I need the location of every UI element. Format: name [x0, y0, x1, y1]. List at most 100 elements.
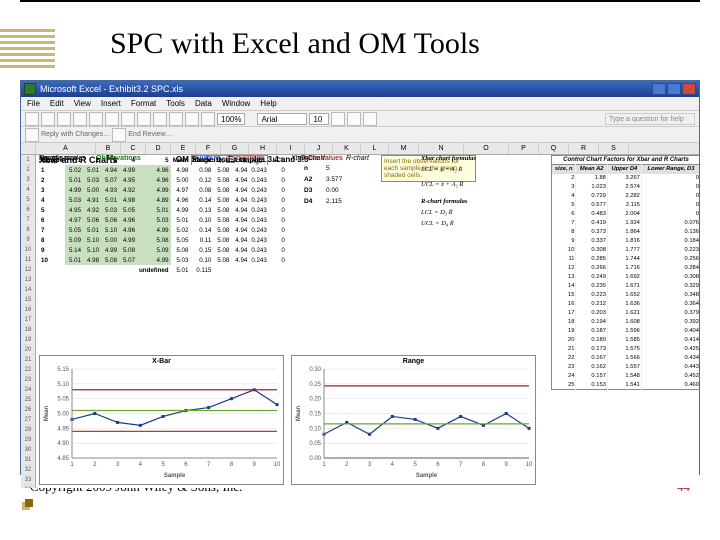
menu-help[interactable]: Help — [260, 99, 276, 108]
row-header[interactable]: 1 — [21, 155, 35, 165]
save-icon[interactable] — [57, 112, 71, 126]
col-header[interactable]: F — [196, 143, 221, 154]
print-icon[interactable] — [73, 112, 87, 126]
svg-text:3: 3 — [116, 462, 120, 468]
copy-icon[interactable] — [121, 112, 135, 126]
close-button[interactable] — [682, 83, 696, 95]
col-header[interactable]: R — [569, 143, 599, 154]
titlebar[interactable]: Microsoft Excel - Exhibit3.2 SPC.xls — [21, 81, 699, 97]
row-header[interactable]: 9 — [21, 235, 35, 245]
col-header[interactable]: G — [221, 143, 249, 154]
row-header[interactable]: 31 — [21, 455, 35, 465]
open-icon[interactable] — [41, 112, 55, 126]
cut-icon[interactable] — [105, 112, 119, 126]
font-size-box[interactable]: 10 — [309, 113, 329, 125]
col-header[interactable]: B — [96, 143, 121, 154]
col-header[interactable]: P — [509, 143, 539, 154]
redo-icon[interactable] — [169, 112, 183, 126]
col-header[interactable]: J — [305, 143, 333, 154]
chart-icon[interactable] — [201, 112, 215, 126]
svg-text:1: 1 — [70, 462, 74, 468]
menu-insert[interactable]: Insert — [101, 99, 121, 108]
col-header[interactable]: H — [249, 143, 277, 154]
row-header[interactable]: 10 — [21, 245, 35, 255]
svg-text:4.85: 4.85 — [57, 456, 69, 462]
preview-icon[interactable] — [89, 112, 103, 126]
row-header[interactable]: 22 — [21, 365, 35, 375]
row-header[interactable]: 20 — [21, 345, 35, 355]
zoom-box[interactable]: 100% — [217, 113, 245, 125]
row-header[interactable]: 8 — [21, 225, 35, 235]
svg-text:0.30: 0.30 — [309, 367, 321, 373]
col-header[interactable]: O — [464, 143, 509, 154]
maximize-button[interactable] — [667, 83, 681, 95]
row-header[interactable]: 29 — [21, 435, 35, 445]
col-header[interactable]: S — [599, 143, 629, 154]
worksheet[interactable]: ABCDEFGHIJKLMNOPQRS 12345678910111213141… — [21, 143, 699, 488]
row-header[interactable]: 30 — [21, 445, 35, 455]
col-header[interactable]: A — [36, 143, 96, 154]
col-header[interactable]: C — [121, 143, 146, 154]
row-header[interactable]: 18 — [21, 325, 35, 335]
minimize-button[interactable] — [652, 83, 666, 95]
undo-icon[interactable] — [153, 112, 167, 126]
row-header[interactable]: 2 — [21, 165, 35, 175]
row-header[interactable]: 4 — [21, 185, 35, 195]
row-header[interactable]: 11 — [21, 255, 35, 265]
menu-format[interactable]: Format — [131, 99, 156, 108]
row-header[interactable]: 16 — [21, 305, 35, 315]
row-header[interactable]: 13 — [21, 275, 35, 285]
row-header[interactable]: 6 — [21, 205, 35, 215]
table-values: Table Values n5 A23.577 D30.00 D42.115 — [301, 155, 345, 208]
table-row: 15.025.014.944.994.964.980.085.084.940.2… — [39, 165, 287, 175]
menu-file[interactable]: File — [27, 99, 40, 108]
end-review-icon[interactable] — [112, 128, 126, 142]
row-header[interactable]: 33 — [21, 475, 35, 485]
row-header[interactable]: 5 — [21, 195, 35, 205]
row-header[interactable]: 32 — [21, 465, 35, 475]
help-search-box[interactable]: Type a question for help — [605, 113, 695, 125]
font-name-box[interactable]: Arial — [257, 113, 307, 125]
row-header[interactable]: 14 — [21, 285, 35, 295]
row-header[interactable]: 25 — [21, 395, 35, 405]
underline-icon[interactable] — [363, 112, 377, 126]
row-header[interactable]: 27 — [21, 415, 35, 425]
menu-tools[interactable]: Tools — [166, 99, 185, 108]
row-header[interactable]: 3 — [21, 175, 35, 185]
row-header[interactable]: 26 — [21, 405, 35, 415]
sort-icon[interactable] — [185, 112, 199, 126]
new-icon[interactable] — [25, 112, 39, 126]
menu-data[interactable]: Data — [195, 99, 212, 108]
row-header[interactable]: 19 — [21, 335, 35, 345]
row-header[interactable]: 12 — [21, 265, 35, 275]
row-header[interactable]: 7 — [21, 215, 35, 225]
row-header[interactable]: 24 — [21, 385, 35, 395]
row-header[interactable]: 28 — [21, 425, 35, 435]
bold-icon[interactable] — [331, 112, 345, 126]
row-header[interactable]: 15 — [21, 295, 35, 305]
svg-text:7: 7 — [459, 462, 463, 468]
table-row: 95.145.104.995.085.095.080.155.084.940.2… — [39, 245, 287, 255]
row-header[interactable]: 23 — [21, 375, 35, 385]
col-header[interactable]: K — [333, 143, 361, 154]
col-header[interactable]: Q — [539, 143, 569, 154]
col-header[interactable]: D — [146, 143, 171, 154]
row-headers: 1234567891011121314151617181920212223242… — [21, 155, 36, 488]
end-review-label: End Review… — [128, 131, 172, 138]
menu-view[interactable]: View — [74, 99, 91, 108]
row-header[interactable]: 21 — [21, 355, 35, 365]
row-header[interactable]: 17 — [21, 315, 35, 325]
observations-table: Sample12345MeanRangeUCLLCLUCLLCL15.025.0… — [39, 155, 287, 275]
svg-text:0.15: 0.15 — [309, 412, 321, 418]
row-header[interactable]: 34 — [21, 485, 35, 488]
col-header[interactable]: L — [361, 143, 389, 154]
reply-icon[interactable] — [25, 128, 39, 142]
col-header[interactable]: M — [389, 143, 419, 154]
col-header[interactable]: N — [419, 143, 464, 154]
paste-icon[interactable] — [137, 112, 151, 126]
italic-icon[interactable] — [347, 112, 361, 126]
col-header[interactable]: I — [277, 143, 305, 154]
menu-edit[interactable]: Edit — [50, 99, 64, 108]
menu-window[interactable]: Window — [222, 99, 250, 108]
col-header[interactable]: E — [171, 143, 196, 154]
